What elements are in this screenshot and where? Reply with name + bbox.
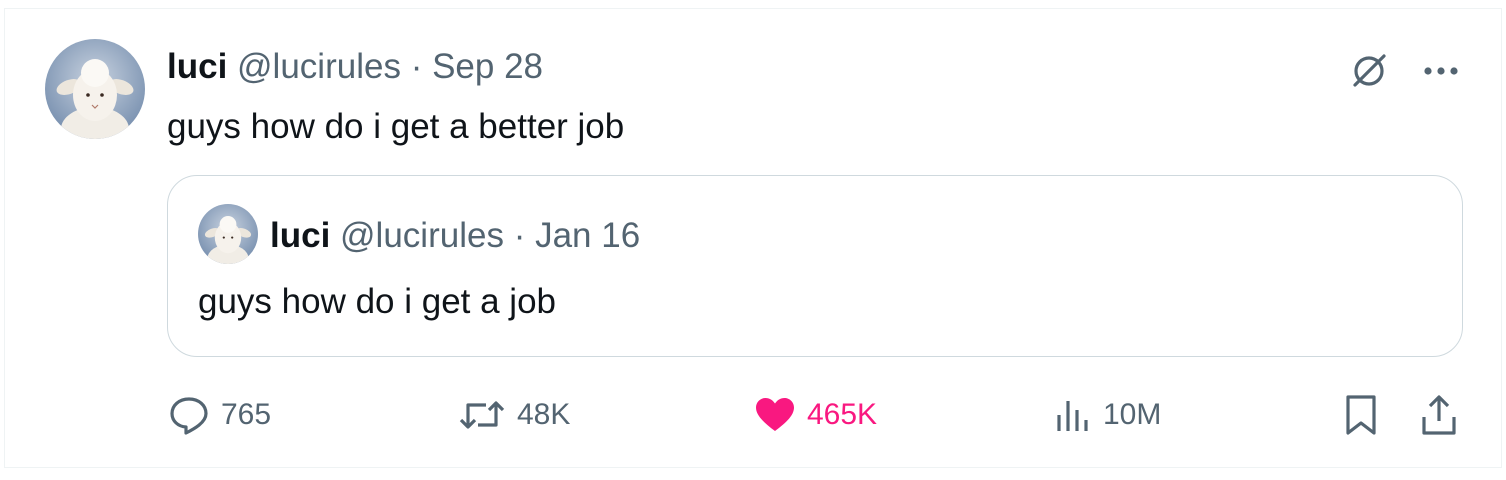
like-button[interactable]: 465K <box>753 393 877 437</box>
more-options-icon[interactable] <box>1421 49 1461 93</box>
quoted-tweet-header: luci @lucirules · Jan 16 <box>270 214 640 258</box>
quoted-header-separator: · <box>513 216 526 255</box>
like-count: 465K <box>807 398 878 431</box>
author-avatar[interactable] <box>45 39 145 139</box>
views-button[interactable]: 10M <box>1053 393 1161 437</box>
author-handle[interactable]: @lucirules <box>237 47 401 86</box>
tweet-header: luci @lucirules · Sep 28 <box>167 45 543 89</box>
views-icon <box>1053 393 1093 437</box>
heart-icon <box>753 393 797 437</box>
retweet-count: 48K <box>517 398 571 431</box>
quoted-author-name: luci <box>270 216 331 255</box>
bookmark-button[interactable] <box>1341 393 1381 437</box>
top-icons <box>1347 49 1461 93</box>
quoted-author-handle: @lucirules <box>340 216 504 255</box>
quoted-author-avatar <box>198 204 258 264</box>
reply-count: 765 <box>221 398 272 431</box>
share-icon <box>1419 393 1459 437</box>
grok-icon[interactable] <box>1347 49 1391 93</box>
reply-icon <box>167 393 211 437</box>
tweet-text: guys how do i get a better job <box>167 107 625 146</box>
reply-button[interactable]: 765 <box>167 393 271 437</box>
action-bar: 765 48K 465K 10M <box>167 393 1463 437</box>
retweet-icon <box>457 393 507 437</box>
quoted-tweet-date: Jan 16 <box>535 216 641 255</box>
share-button[interactable] <box>1419 393 1459 437</box>
quoted-tweet-text: guys how do i get a job <box>198 282 557 321</box>
views-count: 10M <box>1103 398 1162 431</box>
quoted-tweet[interactable]: luci @lucirules · Jan 16 guys how do i g… <box>167 175 1463 357</box>
retweet-button[interactable]: 48K <box>457 393 570 437</box>
header-separator: · <box>410 47 423 86</box>
bookmark-icon <box>1341 393 1381 437</box>
author-name[interactable]: luci <box>167 47 227 86</box>
tweet-card[interactable]: luci @lucirules · Sep 28 guys how do i g… <box>4 8 1502 468</box>
tweet-date[interactable]: Sep 28 <box>432 47 543 86</box>
